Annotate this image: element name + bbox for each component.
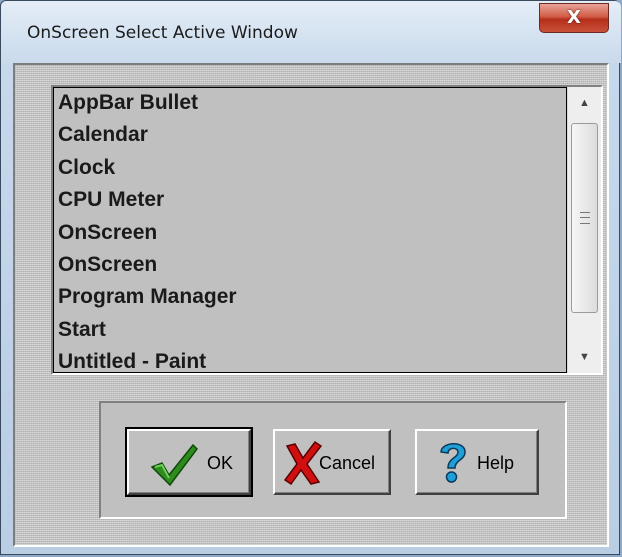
window-list-frame: AppBar Bullet Calendar Clock CPU Meter O… [51,85,603,375]
list-item[interactable]: Untitled - Paint [54,350,566,382]
ok-label: OK [207,453,234,473]
window-listbox[interactable]: AppBar Bullet Calendar Clock CPU Meter O… [53,87,567,373]
scroll-down-arrow-icon[interactable]: ▼ [568,343,601,371]
dialog-window: OnScreen Select Active Window X AppBar B… [0,0,621,555]
cancel-button[interactable]: Cancel [273,429,391,495]
red-x-icon [283,440,323,486]
list-item[interactable]: CPU Meter [54,188,566,220]
list-item[interactable]: Clock [54,156,566,188]
list-item[interactable]: OnScreen [54,221,566,253]
dialog-client-area: AppBar Bullet Calendar Clock CPU Meter O… [13,63,609,547]
vertical-scrollbar[interactable]: ▲ ▼ [567,87,601,373]
help-button[interactable]: Help [415,429,539,495]
list-item[interactable]: Calendar [54,123,566,155]
list-item[interactable]: AppBar Bullet [54,91,566,123]
button-group-frame: OK Cancel Help [99,401,567,519]
window-title: OnScreen Select Active Window [27,23,298,43]
title-bar[interactable]: OnScreen Select Active Window X [1,1,621,63]
question-mark-icon [440,443,466,483]
list-item[interactable]: Program Manager [54,285,566,317]
close-button[interactable]: X [539,3,609,33]
help-label: Help [477,453,515,473]
list-item[interactable]: OnScreen [54,253,566,285]
list-item[interactable]: Start [54,318,566,350]
checkmark-icon [150,443,198,487]
ok-button[interactable]: OK [125,427,253,497]
scroll-up-arrow-icon[interactable]: ▲ [568,89,601,117]
scroll-grip-icon [580,212,590,224]
scroll-thumb[interactable] [571,123,598,313]
close-icon: X [567,7,581,28]
cancel-label: Cancel [319,453,376,473]
